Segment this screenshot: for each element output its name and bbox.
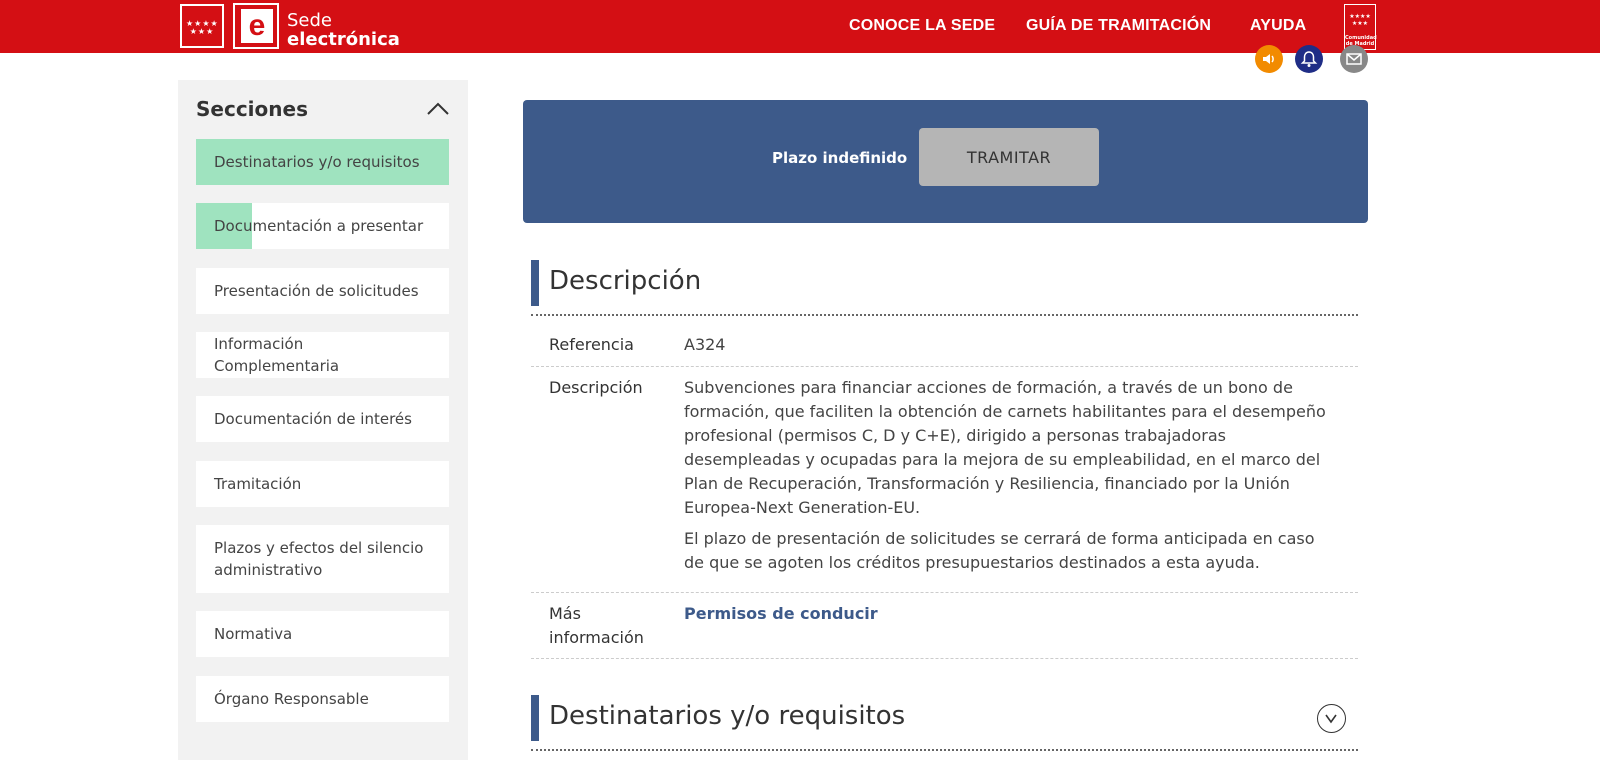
audio-icon[interactable]: [1255, 45, 1283, 73]
sidebar-item-informacion-complementaria[interactable]: Información Complementaria: [196, 332, 449, 378]
sede-e-logo[interactable]: e: [233, 3, 279, 49]
sidebar-item-normativa[interactable]: Normativa: [196, 611, 449, 657]
tramitar-panel: Plazo indefinido TRAMITAR: [523, 100, 1368, 223]
section-accent-bar: [531, 260, 539, 306]
mas-informacion-label: Más información: [549, 604, 644, 647]
plazo-text: Plazo indefinido: [772, 149, 908, 167]
comunidad-madrid-logo[interactable]: ★★★★ ★★★ Comunidad de Madrid: [1344, 4, 1377, 50]
section-divider: [531, 749, 1358, 751]
permisos-conducir-link[interactable]: Permisos de conducir: [684, 604, 878, 623]
mas-informacion-value: Permisos de conducir: [684, 602, 1334, 626]
section-divider: [531, 314, 1358, 316]
sidebar-item-label: Presentación de solicitudes: [214, 282, 419, 300]
sidebar-secciones: Secciones Destinatarios y/o requisitos D…: [178, 80, 468, 760]
flag-stars: ★★★★ ★★★: [186, 19, 219, 36]
sidebar-item-label: Documentación a presentar: [214, 217, 424, 235]
site-name-line1[interactable]: Sede: [287, 12, 332, 30]
sidebar-item-destinatarios[interactable]: Destinatarios y/o requisitos: [196, 139, 449, 185]
section-accent-bar: [531, 695, 539, 741]
expand-section-button[interactable]: [1317, 704, 1346, 733]
sidebar-item-plazos-silencio[interactable]: Plazos y efectos del silencio administra…: [196, 525, 449, 593]
sidebar-item-label: Órgano Responsable: [214, 690, 369, 708]
sidebar-item-label: Información Complementaria: [214, 335, 340, 375]
mail-icon[interactable]: [1340, 45, 1368, 73]
descripcion-label: Descripción: [549, 378, 643, 397]
e-letter: e: [241, 9, 273, 43]
row-divider: [531, 658, 1358, 659]
bell-icon[interactable]: [1295, 45, 1323, 73]
nav-ayuda[interactable]: AYUDA: [1250, 17, 1306, 35]
section-title-descripcion: Descripción: [549, 266, 702, 296]
sidebar-item-label: Tramitación: [214, 475, 302, 493]
chevron-up-icon[interactable]: [424, 98, 452, 120]
tramitar-button[interactable]: TRAMITAR: [919, 128, 1099, 186]
section-title-destinatarios: Destinatarios y/o requisitos: [549, 701, 906, 731]
sidebar-item-documentacion-interes[interactable]: Documentación de interés: [196, 396, 449, 442]
descripcion-paragraph-2: El plazo de presentación de solicitudes …: [684, 529, 1315, 572]
site-name-line2[interactable]: electrónica: [287, 31, 400, 49]
sidebar-item-documentacion-presentar[interactable]: Documentación a presentar: [196, 203, 449, 249]
row-divider: [531, 366, 1358, 367]
sidebar-item-label: Normativa: [214, 625, 293, 643]
referencia-label: Referencia: [549, 335, 634, 354]
nav-guia-de-tramitacion[interactable]: GUÍA DE TRAMITACIÓN: [1026, 17, 1211, 35]
sidebar-title: Secciones: [196, 97, 308, 121]
nav-conoce-la-sede[interactable]: CONOCE LA SEDE: [849, 17, 995, 35]
madrid-flag-logo[interactable]: ★★★★ ★★★: [180, 4, 224, 48]
sidebar-item-label: Plazos y efectos del silencio administra…: [214, 539, 424, 579]
cm-stars: ★★★★ ★★★: [1349, 13, 1371, 27]
sidebar-item-label: Destinatarios y/o requisitos: [214, 153, 420, 171]
sidebar-item-organo-responsable[interactable]: Órgano Responsable: [196, 676, 449, 722]
row-divider: [531, 592, 1358, 593]
descripcion-paragraph-1: Subvenciones para financiar acciones de …: [684, 378, 1326, 517]
sidebar-item-tramitacion[interactable]: Tramitación: [196, 461, 449, 507]
sidebar-item-presentacion-solicitudes[interactable]: Presentación de solicitudes: [196, 268, 449, 314]
chevron-down-icon: [1325, 714, 1337, 724]
sidebar-item-label: Documentación de interés: [214, 410, 412, 428]
referencia-value: A324: [684, 335, 726, 354]
